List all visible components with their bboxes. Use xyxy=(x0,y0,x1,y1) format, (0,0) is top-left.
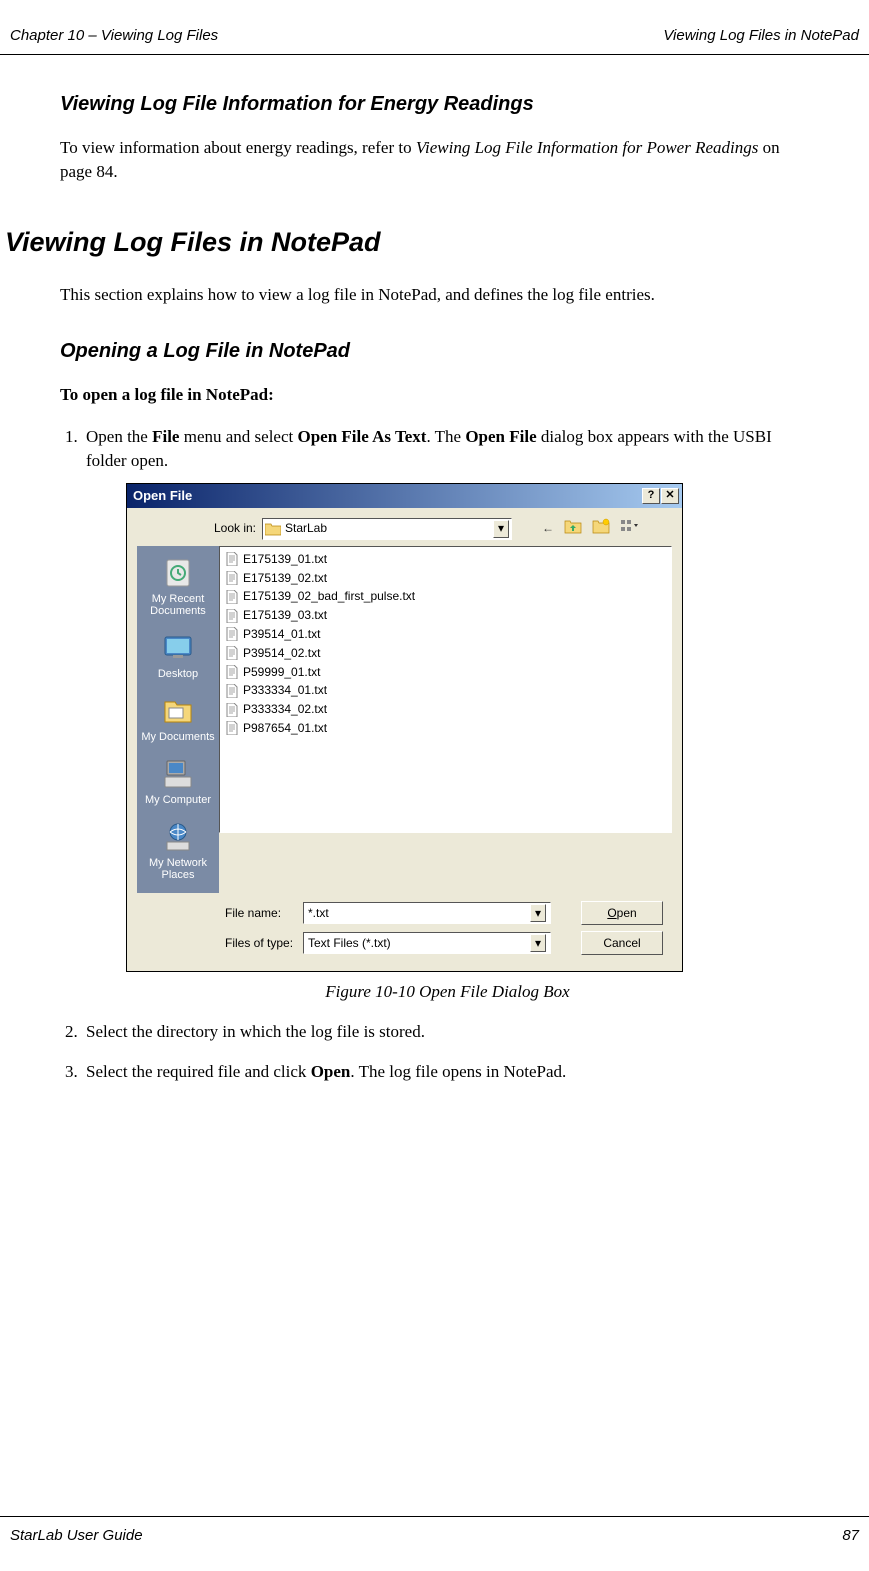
cancel-button[interactable]: Cancel xyxy=(581,931,663,955)
close-button[interactable]: ✕ xyxy=(661,488,679,504)
back-icon[interactable]: ← xyxy=(542,520,554,537)
filetype-dropdown[interactable]: Text Files (*.txt) ▾ xyxy=(303,932,551,954)
file-item[interactable]: E175139_03.txt xyxy=(223,606,668,625)
main-intro: This section explains how to view a log … xyxy=(60,283,809,307)
page-content: Viewing Log File Information for Energy … xyxy=(0,90,869,1084)
dropdown-arrow-icon[interactable]: ▾ xyxy=(493,520,509,538)
titlebar-buttons: ? ✕ xyxy=(642,488,679,504)
open-lead: To open a log file in NotePad: xyxy=(60,383,809,407)
step-2: Select the directory in which the log fi… xyxy=(82,1020,809,1044)
file-item[interactable]: P987654_01.txt xyxy=(223,719,668,738)
help-button[interactable]: ? xyxy=(642,488,660,504)
file-item[interactable]: P39514_02.txt xyxy=(223,644,668,663)
file-area: My Recent Documents Desktop xyxy=(137,546,672,894)
place-documents[interactable]: My Documents xyxy=(139,688,217,751)
places-bar: My Recent Documents Desktop xyxy=(137,546,219,894)
dialog-titlebar: Open File ? ✕ xyxy=(127,484,682,508)
filetype-label: Files of type: xyxy=(225,935,303,952)
open-file-dialog: Open File ? ✕ Look in: xyxy=(126,483,683,973)
text-file-icon xyxy=(225,664,239,680)
dialog-body: Look in: StarLab ▾ ← xyxy=(127,508,682,972)
filename-label: File name: xyxy=(225,905,303,922)
new-folder-icon[interactable] xyxy=(592,518,610,539)
file-item[interactable]: P59999_01.txt xyxy=(223,663,668,682)
energy-para: To view information about energy reading… xyxy=(60,136,809,184)
opening-heading: Opening a Log File in NotePad xyxy=(60,337,809,365)
text-file-icon xyxy=(225,645,239,661)
text-file-icon xyxy=(225,570,239,586)
dialog-title: Open File xyxy=(133,487,192,505)
text-file-icon xyxy=(225,626,239,642)
network-places-icon xyxy=(161,820,195,854)
footer-left: StarLab User Guide xyxy=(10,1525,143,1546)
folder-icon xyxy=(265,522,281,536)
file-list[interactable]: E175139_01.txt E175139_02.txt E175139_02… xyxy=(219,546,672,833)
filetype-row: Files of type: Text Files (*.txt) ▾ Canc… xyxy=(225,931,672,955)
lookin-label: Look in: xyxy=(207,520,262,537)
text-file-icon xyxy=(225,589,239,605)
page-header: Chapter 10 – Viewing Log Files Viewing L… xyxy=(0,0,869,55)
place-desktop[interactable]: Desktop xyxy=(139,625,217,688)
desktop-icon xyxy=(161,631,195,665)
text-file-icon xyxy=(225,551,239,567)
text-file-icon xyxy=(225,683,239,699)
lookin-dropdown[interactable]: StarLab ▾ xyxy=(262,518,512,540)
file-item[interactable]: P39514_01.txt xyxy=(223,625,668,644)
header-right: Viewing Log Files in NotePad xyxy=(663,25,859,46)
dialog-figure: Open File ? ✕ Look in: xyxy=(126,483,809,973)
file-item[interactable]: E175139_02.txt xyxy=(223,569,668,588)
filename-row: File name: *.txt ▾ Open xyxy=(225,901,672,925)
recent-documents-icon xyxy=(161,556,195,590)
up-folder-icon[interactable] xyxy=(564,518,582,539)
header-left: Chapter 10 – Viewing Log Files xyxy=(10,25,218,46)
text-file-icon xyxy=(225,608,239,624)
dropdown-arrow-icon[interactable]: ▾ xyxy=(530,904,546,922)
view-mode-icon[interactable] xyxy=(620,518,640,539)
file-item[interactable]: E175139_01.txt xyxy=(223,550,668,569)
open-button[interactable]: Open xyxy=(581,901,663,925)
footer-right: 87 xyxy=(842,1525,859,1546)
place-network[interactable]: My Network Places xyxy=(139,814,217,889)
filename-input[interactable]: *.txt ▾ xyxy=(303,902,551,924)
file-item[interactable]: P333334_02.txt xyxy=(223,700,668,719)
file-item[interactable]: E175139_02_bad_first_pulse.txt xyxy=(223,587,668,606)
page-footer: StarLab User Guide 87 xyxy=(0,1516,869,1546)
toolbar-icons: ← xyxy=(542,518,640,539)
bottom-rows: File name: *.txt ▾ Open Files of xyxy=(137,893,672,955)
place-computer[interactable]: My Computer xyxy=(139,751,217,814)
place-recent[interactable]: My Recent Documents xyxy=(139,550,217,625)
dropdown-arrow-icon[interactable]: ▾ xyxy=(530,934,546,952)
figure-caption: Figure 10-10 Open File Dialog Box xyxy=(86,980,809,1004)
lookin-row: Look in: StarLab ▾ ← xyxy=(207,518,672,540)
file-item[interactable]: P333334_01.txt xyxy=(223,681,668,700)
step-3: Select the required file and click Open.… xyxy=(82,1060,809,1084)
my-computer-icon xyxy=(161,757,195,791)
steps-list: Open the File menu and select Open File … xyxy=(60,425,809,1084)
step-1: Open the File menu and select Open File … xyxy=(82,425,809,1004)
text-file-icon xyxy=(225,720,239,736)
lookin-value: StarLab xyxy=(285,520,493,537)
my-documents-icon xyxy=(161,694,195,728)
text-file-icon xyxy=(225,702,239,718)
main-heading: Viewing Log Files in NotePad xyxy=(5,224,809,262)
energy-heading: Viewing Log File Information for Energy … xyxy=(60,90,809,118)
